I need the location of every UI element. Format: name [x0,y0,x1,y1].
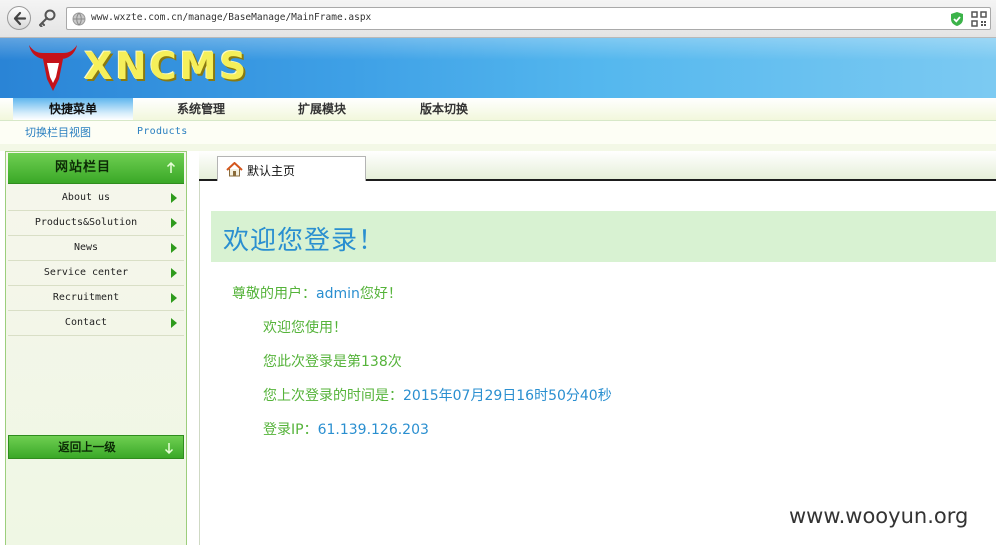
bull-logo-icon [29,45,77,91]
sidebar-item-label: News [73,242,99,253]
tab-label: 默认主页 [247,164,296,178]
tab-strip: 默认主页 [199,151,996,181]
collapse-up-icon[interactable] [166,162,176,174]
arrow-right-icon [171,268,177,278]
welcome-use-line: 欢迎您使用！ [263,320,347,336]
main-content: 欢迎您登录！ 尊敬的用户：admin您好！ 欢迎您使用！ 您此次登录是第138次… [199,181,996,545]
site-header: XNCMS [0,38,996,98]
key-icon[interactable] [37,9,57,27]
sidebar-item-about-us[interactable]: About us [8,186,184,211]
sidebar-item-products-solution[interactable]: Products&Solution [8,211,184,236]
last-login-label: 您上次登录的时间是： [263,388,403,404]
login-count-suffix: 次 [387,354,402,370]
welcome-title: 欢迎您登录！ [223,226,386,256]
back-to-parent-label: 返回上一级 [58,440,116,454]
sidebar-header: 网站栏目 [8,153,184,184]
sidebar-item-contact[interactable]: Contact [8,311,184,336]
back-arrow-icon [13,11,27,26]
logo-text: XNCMS [84,45,250,88]
globe-icon [72,12,86,26]
sidebar-item-label: Contact [64,317,108,328]
shield-icon[interactable] [949,11,965,27]
qr-code-icon[interactable] [971,11,987,27]
back-to-parent-button[interactable]: 返回上一级 [8,435,184,459]
address-bar[interactable]: www.wxzte.com.cn/manage/BaseManage/MainF… [66,7,991,30]
last-login-time: 2015年07月29日16时50分40秒 [403,388,612,404]
menu-system[interactable]: 系统管理 [141,98,261,120]
arrow-right-icon [171,318,177,328]
browser-toolbar: www.wxzte.com.cn/manage/BaseManage/MainF… [0,0,996,38]
sidebar-item-label: Products&Solution [34,217,138,228]
arrow-right-icon [171,193,177,203]
top-menu: 快捷菜单 系统管理 扩展模块 版本切换 [0,98,996,120]
last-login-line: 您上次登录的时间是：2015年07月29日16时50分40秒 [263,385,612,405]
welcome-banner: 欢迎您登录！ [211,211,996,262]
sidebar-menu: About us Products&Solution News Service … [8,186,184,336]
back-button[interactable] [7,6,31,30]
sidebar: 网站栏目 About us Products&Solution News Ser… [5,151,187,545]
sidebar-item-label: About us [61,192,111,203]
arrow-right-icon [171,218,177,228]
sidebar-item-recruitment[interactable]: Recruitment [8,286,184,311]
login-count-line: 您此次登录是第138次 [263,351,402,371]
sidebar-item-service-center[interactable]: Service center [8,261,184,286]
home-icon [226,162,243,177]
products-link[interactable]: Products [137,126,188,137]
login-ip-line: 登录IP：61.139.126.203 [263,419,429,439]
login-count: 138 [361,354,388,370]
menu-version[interactable]: 版本切换 [384,98,504,120]
login-count-prefix: 您此次登录是第 [263,354,361,370]
sidebar-item-label: Service center [43,267,129,278]
login-ip-label: 登录IP： [263,422,318,438]
sub-menu: 切换栏目视图 Products [0,120,996,145]
sidebar-item-news[interactable]: News [8,236,184,261]
menu-quick[interactable]: 快捷菜单 [13,98,133,120]
divider-band [0,144,996,151]
arrow-right-icon [171,293,177,303]
username: admin [316,286,360,302]
switch-column-view-link[interactable]: 切换栏目视图 [25,124,91,140]
expand-down-icon [164,443,174,454]
sidebar-title: 网站栏目 [54,160,111,175]
arrow-right-icon [171,243,177,253]
greeting-line: 尊敬的用户：admin您好！ [232,283,402,303]
url-text[interactable]: www.wxzte.com.cn/manage/BaseManage/MainF… [91,12,371,23]
greeting-prefix: 尊敬的用户： [232,286,316,302]
sidebar-item-label: Recruitment [52,292,120,303]
tab-default-home[interactable]: 默认主页 [217,156,366,181]
watermark: www.wooyun.org [789,504,969,528]
login-ip: 61.139.126.203 [317,422,429,438]
greeting-suffix: 您好！ [359,286,402,302]
menu-extensions[interactable]: 扩展模块 [262,98,382,120]
